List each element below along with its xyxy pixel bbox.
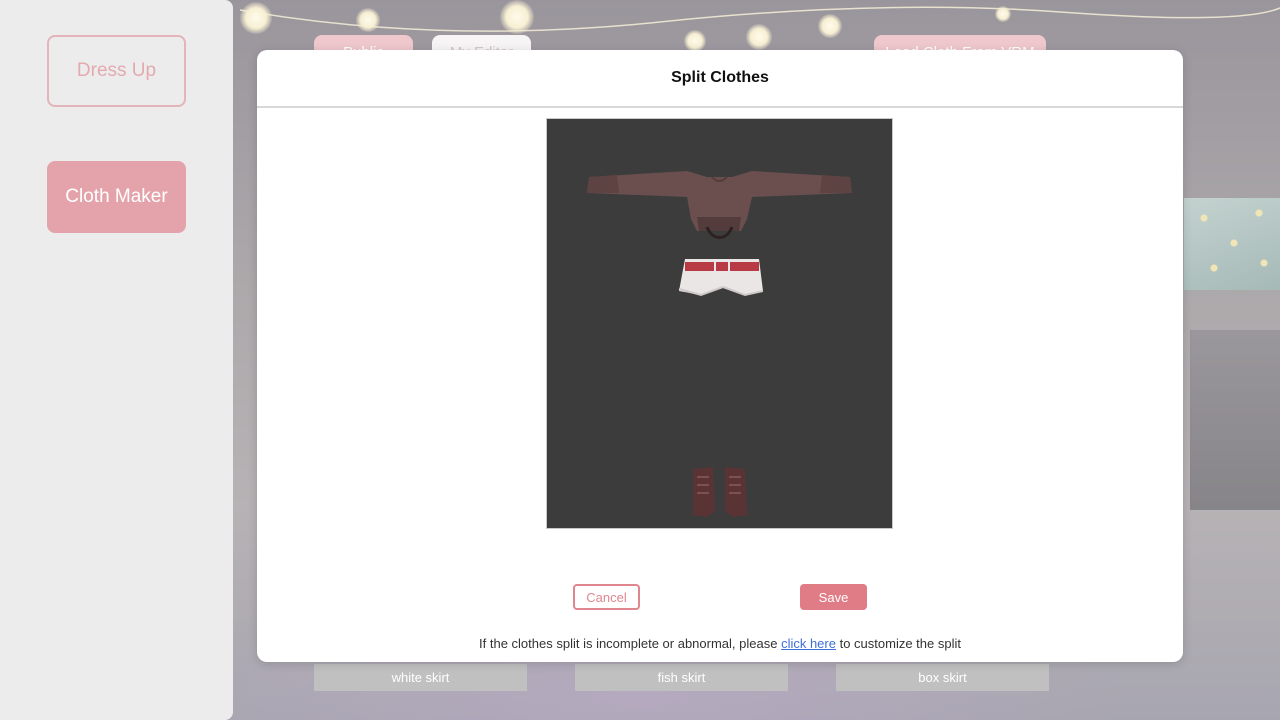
split-help-note: If the clothes split is incomplete or ab… xyxy=(257,636,1183,651)
shorts-model xyxy=(678,259,764,297)
sidebar: Dress Up Cloth Maker xyxy=(0,0,233,720)
note-text-before: If the clothes split is incomplete or ab… xyxy=(479,636,782,651)
sweater-model xyxy=(587,171,852,239)
save-button[interactable]: Save xyxy=(800,584,867,610)
clothes-preview xyxy=(546,118,893,529)
cloth-maker-button[interactable]: Cloth Maker xyxy=(47,161,186,233)
dialog-header: Split Clothes xyxy=(257,50,1183,108)
boots-model xyxy=(693,467,747,517)
cancel-button[interactable]: Cancel xyxy=(573,584,640,610)
clothes-preview-render xyxy=(587,171,852,517)
note-text-after: to customize the split xyxy=(835,636,961,651)
dialog-title: Split Clothes xyxy=(671,69,769,86)
dress-up-button[interactable]: Dress Up xyxy=(47,35,186,107)
customize-split-link[interactable]: click here xyxy=(781,636,836,651)
split-clothes-dialog: Split Clothes Cancel Save If the clothes… xyxy=(257,50,1183,662)
